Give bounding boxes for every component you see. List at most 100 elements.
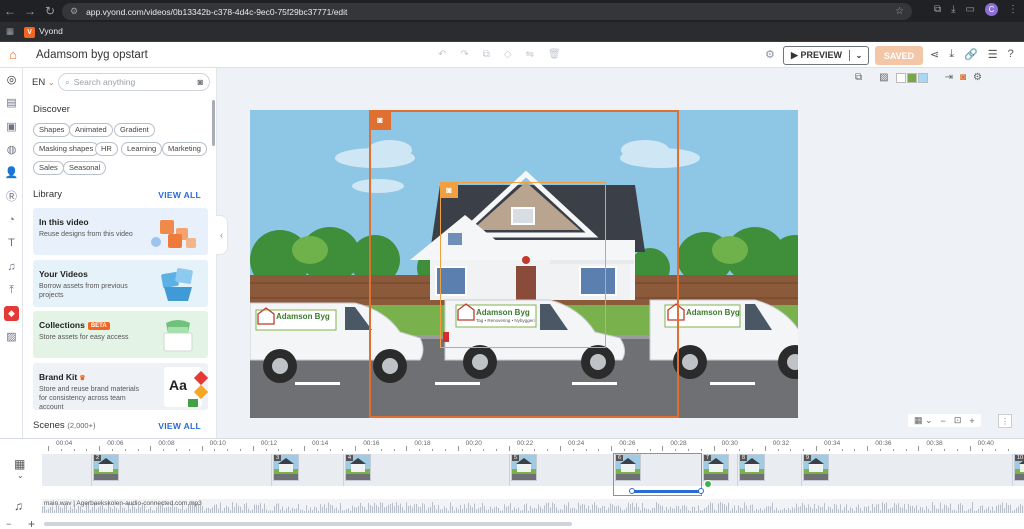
audio-track[interactable]: main.wav | Agerbaekskolen-audio-connecte…: [42, 499, 1024, 513]
flip-icon[interactable]: ⇋: [526, 49, 534, 60]
video-camera-icon[interactable]: ◙: [369, 110, 391, 130]
language-select[interactable]: EN ⌄: [32, 77, 55, 88]
charts-icon[interactable]: ◔: [4, 213, 19, 228]
waveform-bar: [430, 506, 431, 513]
back-icon[interactable]: ←: [0, 4, 20, 18]
chip-gradient[interactable]: Gradient: [114, 123, 155, 137]
waveform-bar: [54, 510, 55, 513]
home-icon[interactable]: ⌂: [0, 47, 26, 62]
download-icon[interactable]: ⤓: [951, 4, 955, 15]
chip-learning[interactable]: Learning: [121, 142, 163, 156]
layer-icon[interactable]: ◇: [504, 49, 512, 60]
card-your-videos[interactable]: Your Videos Borrow assets from previous …: [33, 260, 208, 307]
color-swatch-white[interactable]: [895, 72, 906, 83]
scene-thumbnail[interactable]: 2: [93, 454, 119, 481]
menu-icon[interactable]: ⋮: [1008, 4, 1018, 15]
search-input[interactable]: ⌕ Search anything ◙: [58, 73, 210, 91]
more-options-icon[interactable]: ⋮: [998, 414, 1012, 428]
discover-icon[interactable]: ◎: [4, 73, 19, 88]
panel-scrollbar[interactable]: [212, 100, 215, 146]
scene-thumbnail[interactable]: 7: [703, 454, 729, 481]
scene-thumbnail[interactable]: 4: [345, 454, 371, 481]
transition-start-handle[interactable]: [629, 488, 635, 494]
fit-screen-icon[interactable]: ⊡: [954, 415, 962, 426]
library-view-all-link[interactable]: VIEW ALL: [158, 190, 201, 200]
text-icon[interactable]: T: [4, 236, 19, 251]
templates-icon[interactable]: ▤: [4, 96, 19, 111]
comments-icon[interactable]: ☰: [988, 48, 998, 61]
chevron-down-icon[interactable]: ⌄: [17, 471, 24, 480]
color-swatch-blue[interactable]: [917, 72, 928, 83]
timeline-scrollbar[interactable]: [44, 522, 572, 526]
saved-button[interactable]: SAVED: [875, 46, 923, 65]
camera-icon[interactable]: ◙: [960, 72, 966, 83]
camera-transition-bar[interactable]: [632, 490, 701, 493]
undo-icon[interactable]: ↶: [438, 49, 446, 60]
chip-sales[interactable]: Sales: [33, 161, 64, 175]
add-track-icon[interactable]: +: [28, 517, 35, 529]
chip-seasonal[interactable]: Seasonal: [63, 161, 107, 175]
bookmark-vyond[interactable]: V Vyond: [24, 26, 63, 38]
audio-icon[interactable]: ♫: [4, 260, 19, 275]
ruler-tick-label: 00:04: [56, 440, 73, 447]
extensions-icon[interactable]: ⧉: [934, 4, 941, 15]
chip-hr[interactable]: HR: [95, 142, 118, 156]
upload-icon[interactable]: ⤒: [4, 283, 19, 298]
sidepanel-icon[interactable]: ▭: [966, 4, 975, 15]
scene-thumbnail[interactable]: 9: [803, 454, 829, 481]
scene-thumbnail[interactable]: 3: [273, 454, 299, 481]
address-bar[interactable]: ⚙ app.vyond.com/videos/0b13342b-c378-4d4…: [62, 3, 912, 20]
camera-frame-inner[interactable]: [440, 182, 606, 348]
chip-shapes[interactable]: Shapes: [33, 123, 71, 137]
group-icon[interactable]: ⧉: [483, 49, 490, 60]
apps-icon[interactable]: ▦: [6, 26, 14, 37]
scenes-view-all-link[interactable]: VIEW ALL: [158, 421, 201, 431]
chip-masking-shapes[interactable]: Masking shapes: [33, 142, 100, 156]
ai-image-icon[interactable]: ▨: [4, 330, 19, 345]
forward-icon[interactable]: →: [20, 4, 40, 18]
card-collections[interactable]: Collections BETA Store assets for easy ac…: [33, 311, 208, 358]
transition-end-handle[interactable]: [698, 488, 704, 494]
settings-icon[interactable]: ⚙: [765, 48, 775, 61]
zoom-timeline-icon[interactable]: −: [6, 519, 11, 529]
camera-icon[interactable]: ◙: [198, 77, 203, 87]
card-brand-kit[interactable]: Brand Kit ♛ Store and reuse brand materia…: [33, 363, 208, 410]
card-in-this-video[interactable]: In this video Reuse designs from this vi…: [33, 208, 208, 255]
chip-marketing[interactable]: Marketing: [162, 142, 207, 156]
scene-thumbnail[interactable]: 5: [511, 454, 537, 481]
time-ruler[interactable]: 00:04 00:06 00:08 00:10 00:12 00:14 00:16 00:18…: [40, 439, 1024, 451]
character-creator-icon[interactable]: Ⓡ: [4, 190, 19, 205]
profile-avatar[interactable]: C: [985, 3, 998, 16]
help-icon[interactable]: ?: [1008, 48, 1014, 61]
chip-animated[interactable]: Animated: [69, 123, 113, 137]
image-icon[interactable]: ▨: [879, 72, 888, 83]
bookmark-star-icon[interactable]: ☆: [895, 6, 904, 17]
project-title[interactable]: Adamsom byg opstart: [36, 49, 148, 61]
redo-icon[interactable]: ↷: [460, 49, 468, 60]
characters-icon[interactable]: 👤: [4, 166, 19, 181]
waveform-bar: [244, 503, 245, 513]
reload-icon[interactable]: ↻: [40, 4, 60, 18]
scene-thumbnail[interactable]: 10: [1014, 454, 1024, 481]
waveform-bar: [606, 509, 607, 513]
zoom-out-icon[interactable]: −: [941, 416, 946, 426]
site-info-icon[interactable]: ⚙: [70, 6, 78, 17]
download-icon[interactable]: ⤓: [949, 48, 954, 61]
chevron-down-icon[interactable]: ⌄: [850, 51, 868, 60]
props-icon[interactable]: ◍: [4, 143, 19, 158]
preview-button[interactable]: ▶ PREVIEW ⌄: [783, 46, 869, 65]
replace-icon[interactable]: ⧉: [855, 72, 862, 83]
link-icon[interactable]: 🔗: [964, 48, 978, 61]
zoom-in-icon[interactable]: +: [969, 416, 974, 426]
collapse-panel-button[interactable]: ‹: [216, 215, 228, 255]
scene-thumbnail[interactable]: 8: [739, 454, 765, 481]
backgrounds-icon[interactable]: ▣: [4, 120, 19, 135]
settings-icon[interactable]: ⚙: [973, 72, 982, 83]
share-icon[interactable]: ⋖: [930, 48, 939, 61]
brand-kit-icon[interactable]: ◆: [4, 306, 19, 321]
color-swatch-green[interactable]: [906, 72, 917, 83]
enter-icon[interactable]: ⇥: [945, 72, 953, 83]
video-camera-icon[interactable]: ◙: [440, 182, 458, 198]
delete-icon[interactable]: 🗑: [548, 49, 561, 60]
grid-icon[interactable]: ▦ ⌄: [914, 415, 933, 426]
